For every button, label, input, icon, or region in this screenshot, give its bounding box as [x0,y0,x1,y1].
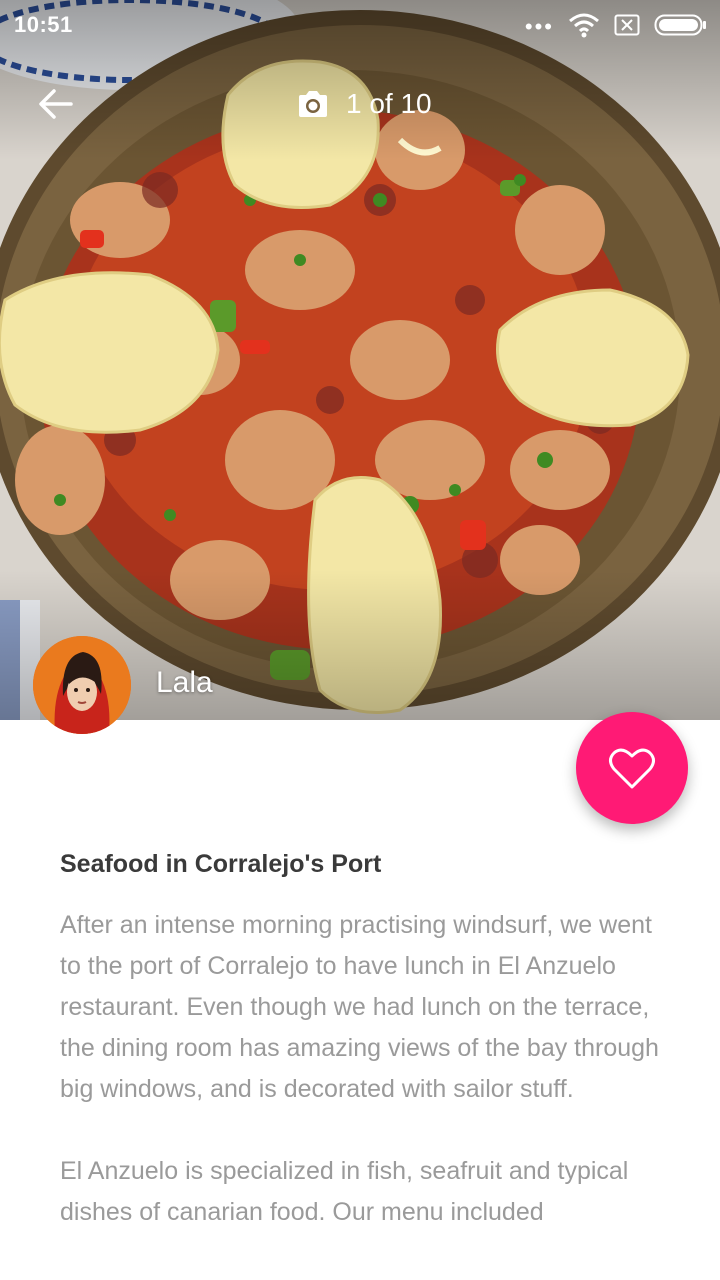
camera-icon [299,91,327,117]
status-bar: 10:51 ••• [0,0,720,50]
status-time: 10:51 [14,12,73,37]
arrow-left-icon [39,89,73,119]
favorite-button[interactable] [576,712,688,824]
post-paragraph: El Anzuelo is specialized in fish, seafr… [60,1157,629,1226]
no-sim-icon [614,14,640,36]
back-button[interactable] [26,78,86,130]
photo-counter-text: 1 of 10 [346,88,432,119]
wifi-icon [569,13,599,38]
author-name[interactable]: Lala [156,666,213,700]
avatar[interactable] [33,636,131,734]
heart-outline-icon [609,748,655,789]
avatar-image [33,636,131,734]
post-paragraph: After an intense morning practising wind… [60,911,659,1103]
photo-counter: 1 of 10 [296,84,432,124]
status-icons: ••• [525,12,708,38]
post-title: Seafood in Corralejo's Port [60,850,382,878]
more-dots-icon: ••• [524,14,554,39]
post-content: Seafood in Corralejo's Port After an int… [60,850,670,1274]
battery-icon [654,14,706,36]
